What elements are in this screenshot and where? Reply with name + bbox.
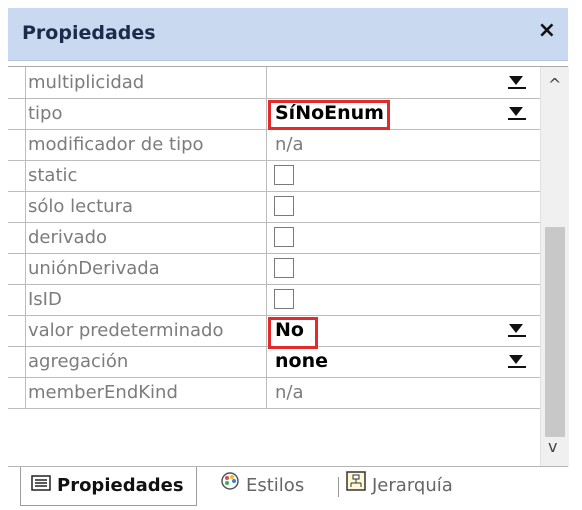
column-separator: [266, 129, 267, 160]
column-separator: [266, 346, 267, 377]
property-label: derivado: [25, 222, 267, 253]
tab-propiedades[interactable]: Propiedades: [20, 467, 197, 506]
properties-icon: [31, 467, 51, 505]
property-label: uniónDerivada: [25, 253, 267, 284]
row-member-end-kind[interactable]: memberEndKind n/a: [8, 377, 540, 409]
checkbox[interactable]: [274, 165, 294, 185]
property-rows: multiplicidad tipo SíNoEnum modificador …: [8, 67, 540, 467]
tab-label: Jerarquía: [372, 475, 453, 496]
highlight-box-valor-predeterminado: [268, 317, 318, 349]
row-multiplicidad[interactable]: multiplicidad: [8, 67, 540, 99]
property-label: sólo lectura: [25, 191, 267, 222]
property-value: n/a: [275, 382, 304, 403]
column-separator: [266, 222, 267, 253]
hierarchy-icon: [346, 467, 366, 505]
highlight-box-tipo: [268, 100, 390, 130]
column-separator: [266, 160, 267, 191]
checkbox[interactable]: [274, 289, 294, 309]
close-icon[interactable]: ×: [538, 18, 556, 43]
panel-title: Propiedades: [22, 22, 156, 44]
property-label: valor predeterminado: [25, 315, 267, 346]
row-derivado[interactable]: derivado: [8, 222, 540, 254]
row-union-derivada[interactable]: uniónDerivada: [8, 253, 540, 285]
row-isid[interactable]: IsID: [8, 284, 540, 316]
property-grid: multiplicidad tipo SíNoEnum modificador …: [8, 66, 569, 467]
dropdown-arrow-icon[interactable]: [508, 74, 526, 90]
row-static[interactable]: static: [8, 160, 540, 192]
column-separator: [266, 98, 267, 129]
row-solo-lectura[interactable]: sólo lectura: [8, 191, 540, 223]
checkbox[interactable]: [274, 258, 294, 278]
property-label: multiplicidad: [25, 67, 267, 98]
scroll-down-icon[interactable]: v: [548, 437, 557, 456]
row-modificador-de-tipo[interactable]: modificador de tipo n/a: [8, 129, 540, 161]
scroll-thumb[interactable]: [545, 227, 565, 437]
tab-jerarquia[interactable]: Jerarquía: [346, 467, 453, 505]
palette-icon: [220, 467, 240, 505]
tab-label: Estilos: [246, 475, 305, 496]
vertical-scrollbar[interactable]: ^ v: [540, 67, 569, 467]
property-value[interactable]: none: [275, 346, 328, 377]
property-label: static: [25, 160, 267, 191]
dropdown-arrow-icon[interactable]: [508, 353, 526, 369]
dropdown-arrow-icon[interactable]: [508, 322, 526, 338]
tab-label: Propiedades: [57, 475, 184, 496]
scroll-up-icon[interactable]: ^: [548, 75, 561, 94]
property-label: modificador de tipo: [25, 129, 267, 160]
column-separator: [266, 253, 267, 284]
panel-tabs: Propiedades Estilos Jerarquía: [8, 466, 568, 506]
property-label: agregación: [25, 346, 267, 377]
checkbox[interactable]: [274, 227, 294, 247]
column-separator: [266, 315, 267, 346]
column-separator: [266, 67, 267, 98]
tab-divider: [338, 477, 339, 497]
property-label: tipo: [25, 98, 267, 129]
column-separator: [266, 191, 267, 222]
column-separator: [266, 284, 267, 315]
property-label: IsID: [25, 284, 267, 315]
properties-panel: Propiedades × multiplicidad tipo SíNoEnu…: [8, 8, 569, 506]
property-label: memberEndKind: [25, 377, 267, 408]
checkbox[interactable]: [274, 196, 294, 216]
property-value: n/a: [275, 134, 304, 155]
column-separator: [266, 377, 267, 408]
panel-titlebar: Propiedades ×: [8, 8, 568, 61]
tab-estilos[interactable]: Estilos: [220, 467, 304, 505]
row-agregacion[interactable]: agregación none: [8, 346, 540, 378]
dropdown-arrow-icon[interactable]: [508, 105, 526, 121]
